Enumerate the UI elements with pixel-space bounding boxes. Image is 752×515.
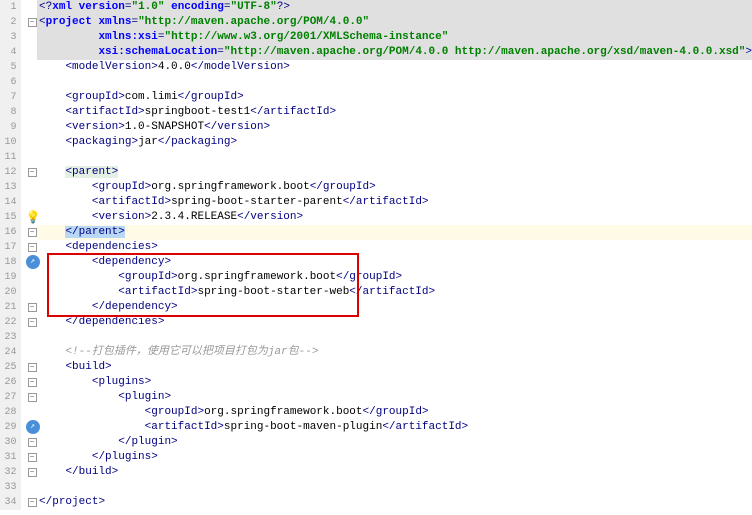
line-number: 16	[0, 225, 17, 240]
code-line[interactable]: <project xmlns="http://maven.apache.org/…	[37, 15, 752, 30]
fold-toggle-icon[interactable]: −	[28, 498, 37, 507]
fold-toggle-icon[interactable]: −	[28, 363, 37, 372]
code-line[interactable]: <plugin>	[37, 390, 752, 405]
line-number: 4	[0, 45, 17, 60]
code-line[interactable]: <modelVersion>4.0.0</modelVersion>	[37, 60, 752, 75]
code-line[interactable]: <?xml version="1.0" encoding="UTF-8"?>	[37, 0, 752, 15]
line-number: 24	[0, 345, 17, 360]
line-number: 10	[0, 135, 17, 150]
fold-toggle-icon[interactable]: −	[28, 243, 37, 252]
line-number: 29	[0, 420, 17, 435]
code-line[interactable]: <groupId>org.springframework.boot</group…	[37, 180, 752, 195]
line-number: 19	[0, 270, 17, 285]
code-line[interactable]: </dependency>	[37, 300, 752, 315]
fold-toggle-icon[interactable]: −	[28, 468, 37, 477]
fold-toggle-icon[interactable]: −	[28, 18, 37, 27]
code-line[interactable]: <build>	[37, 360, 752, 375]
line-number: 2	[0, 15, 17, 30]
code-line[interactable]: xsi:schemaLocation="http://maven.apache.…	[37, 45, 752, 60]
line-number: 6	[0, 75, 17, 90]
line-number: 31	[0, 450, 17, 465]
code-line[interactable]: <dependency>	[37, 255, 752, 270]
code-line[interactable]	[37, 480, 752, 495]
line-number: 33	[0, 480, 17, 495]
line-number: 28	[0, 405, 17, 420]
fold-toggle-icon[interactable]: −	[28, 453, 37, 462]
code-line[interactable]: xmlns:xsi="http://www.w3.org/2001/XMLSch…	[37, 30, 752, 45]
code-line[interactable]: <parent>	[37, 165, 752, 180]
line-number: 26	[0, 375, 17, 390]
code-line[interactable]: <dependencies>	[37, 240, 752, 255]
code-line[interactable]: <version>2.3.4.RELEASE</version>	[37, 210, 752, 225]
fold-gutter[interactable]: −−💡−−−↗−−−−−↗−−−−	[21, 0, 38, 510]
code-line[interactable]	[37, 150, 752, 165]
line-number: 12	[0, 165, 17, 180]
line-number: 17	[0, 240, 17, 255]
code-line[interactable]: <groupId>com.limi</groupId>	[37, 90, 752, 105]
line-number: 9	[0, 120, 17, 135]
fold-toggle-icon[interactable]: −	[28, 303, 37, 312]
line-number: 11	[0, 150, 17, 165]
line-number: 5	[0, 60, 17, 75]
line-number: 7	[0, 90, 17, 105]
code-line[interactable]: <plugins>	[37, 375, 752, 390]
fold-toggle-icon[interactable]: −	[28, 438, 37, 447]
code-line[interactable]: <artifactId>spring-boot-starter-parent</…	[37, 195, 752, 210]
code-line[interactable]: <groupId>org.springframework.boot</group…	[37, 270, 752, 285]
code-line[interactable]: </project>	[37, 495, 752, 510]
code-line[interactable]: <!--打包插件，使用它可以把项目打包为jar包-->	[37, 345, 752, 360]
code-line[interactable]	[37, 75, 752, 90]
line-number: 22	[0, 315, 17, 330]
code-line[interactable]: <artifactId>spring-boot-starter-web</art…	[37, 285, 752, 300]
line-number: 3	[0, 30, 17, 45]
fold-toggle-icon[interactable]: −	[28, 228, 37, 237]
code-line[interactable]: <artifactId>spring-boot-maven-plugin</ar…	[37, 420, 752, 435]
line-number: 13	[0, 180, 17, 195]
fold-toggle-icon[interactable]: −	[28, 168, 37, 177]
line-number: 14	[0, 195, 17, 210]
code-editor[interactable]: 1234567891011121314151617181920212223242…	[0, 0, 752, 510]
line-number: 23	[0, 330, 17, 345]
fold-toggle-icon[interactable]: −	[28, 378, 37, 387]
code-line[interactable]: <version>1.0-SNAPSHOT</version>	[37, 120, 752, 135]
line-number: 8	[0, 105, 17, 120]
line-number: 32	[0, 465, 17, 480]
line-number: 18	[0, 255, 17, 270]
code-line[interactable]: </plugin>	[37, 435, 752, 450]
line-number: 30	[0, 435, 17, 450]
code-line[interactable]: </dependencies>	[37, 315, 752, 330]
code-line[interactable]: </build>	[37, 465, 752, 480]
line-number: 20	[0, 285, 17, 300]
line-number-gutter: 1234567891011121314151617181920212223242…	[0, 0, 21, 510]
code-line[interactable]: <packaging>jar</packaging>	[37, 135, 752, 150]
code-line[interactable]	[37, 330, 752, 345]
line-number: 15	[0, 210, 17, 225]
fold-toggle-icon[interactable]: −	[28, 393, 37, 402]
fold-toggle-icon[interactable]: −	[28, 318, 37, 327]
code-line[interactable]: <groupId>org.springframework.boot</group…	[37, 405, 752, 420]
line-number: 1	[0, 0, 17, 15]
code-area[interactable]: <?xml version="1.0" encoding="UTF-8"?><p…	[37, 0, 752, 510]
code-line[interactable]: </parent>	[37, 225, 752, 240]
line-number: 34	[0, 495, 17, 510]
line-number: 21	[0, 300, 17, 315]
line-number: 27	[0, 390, 17, 405]
line-number: 25	[0, 360, 17, 375]
code-line[interactable]: <artifactId>springboot-test1</artifactId…	[37, 105, 752, 120]
code-line[interactable]: </plugins>	[37, 450, 752, 465]
